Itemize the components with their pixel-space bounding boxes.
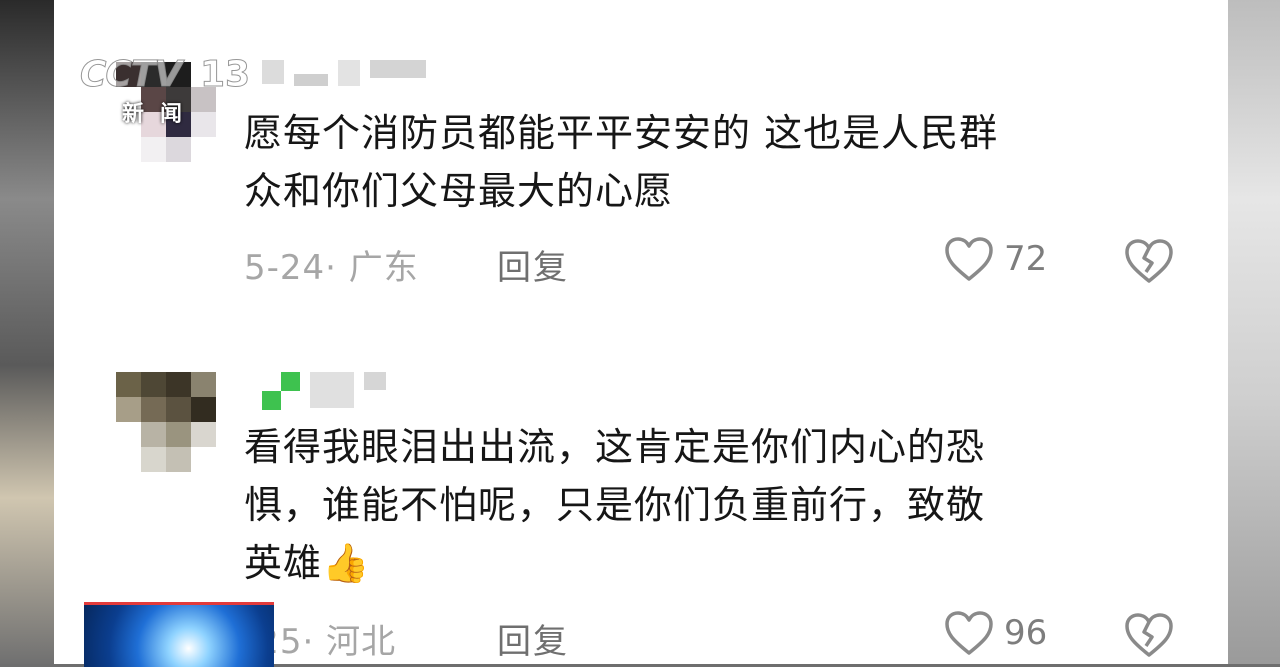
reply-button[interactable]: 回复 (497, 240, 569, 289)
dislike-button[interactable] (1124, 612, 1174, 662)
broken-heart-icon (1125, 239, 1173, 283)
channel-subtitle: 新闻 (122, 102, 199, 127)
comment-text: 看得我眼泪出出流，这肯定是你们内心的恐 惧，谁能不怕呢，只是你们负重前行，致敬 … (244, 425, 986, 585)
like-button[interactable]: 72 (944, 236, 1047, 282)
broken-heart-icon (1125, 613, 1173, 657)
dislike-button[interactable] (1124, 238, 1174, 288)
like-count: 96 (1004, 613, 1048, 653)
comment-text: 愿每个消防员都能平平安安的 这也是人民群 众和你们父母最大的心愿 (244, 111, 999, 213)
like-button[interactable]: 96 (944, 610, 1047, 656)
username-blurred[interactable] (262, 372, 386, 410)
like-count: 72 (1004, 239, 1048, 279)
video-background-left (0, 0, 60, 664)
username-blurred[interactable] (262, 60, 426, 86)
news-corner-graphic (84, 602, 274, 667)
heart-outline-icon (945, 611, 993, 655)
reply-button[interactable]: 回复 (497, 614, 569, 663)
channel-logo-text: CCTV (79, 54, 182, 96)
heart-outline-icon (945, 237, 993, 281)
video-background-right (1220, 0, 1280, 664)
channel-number: 13 (199, 54, 251, 96)
comment-meta: 5-24· 广东 (244, 248, 419, 288)
channel-logo: CCTV 13 新闻 (79, 54, 251, 128)
avatar[interactable] (116, 372, 216, 472)
